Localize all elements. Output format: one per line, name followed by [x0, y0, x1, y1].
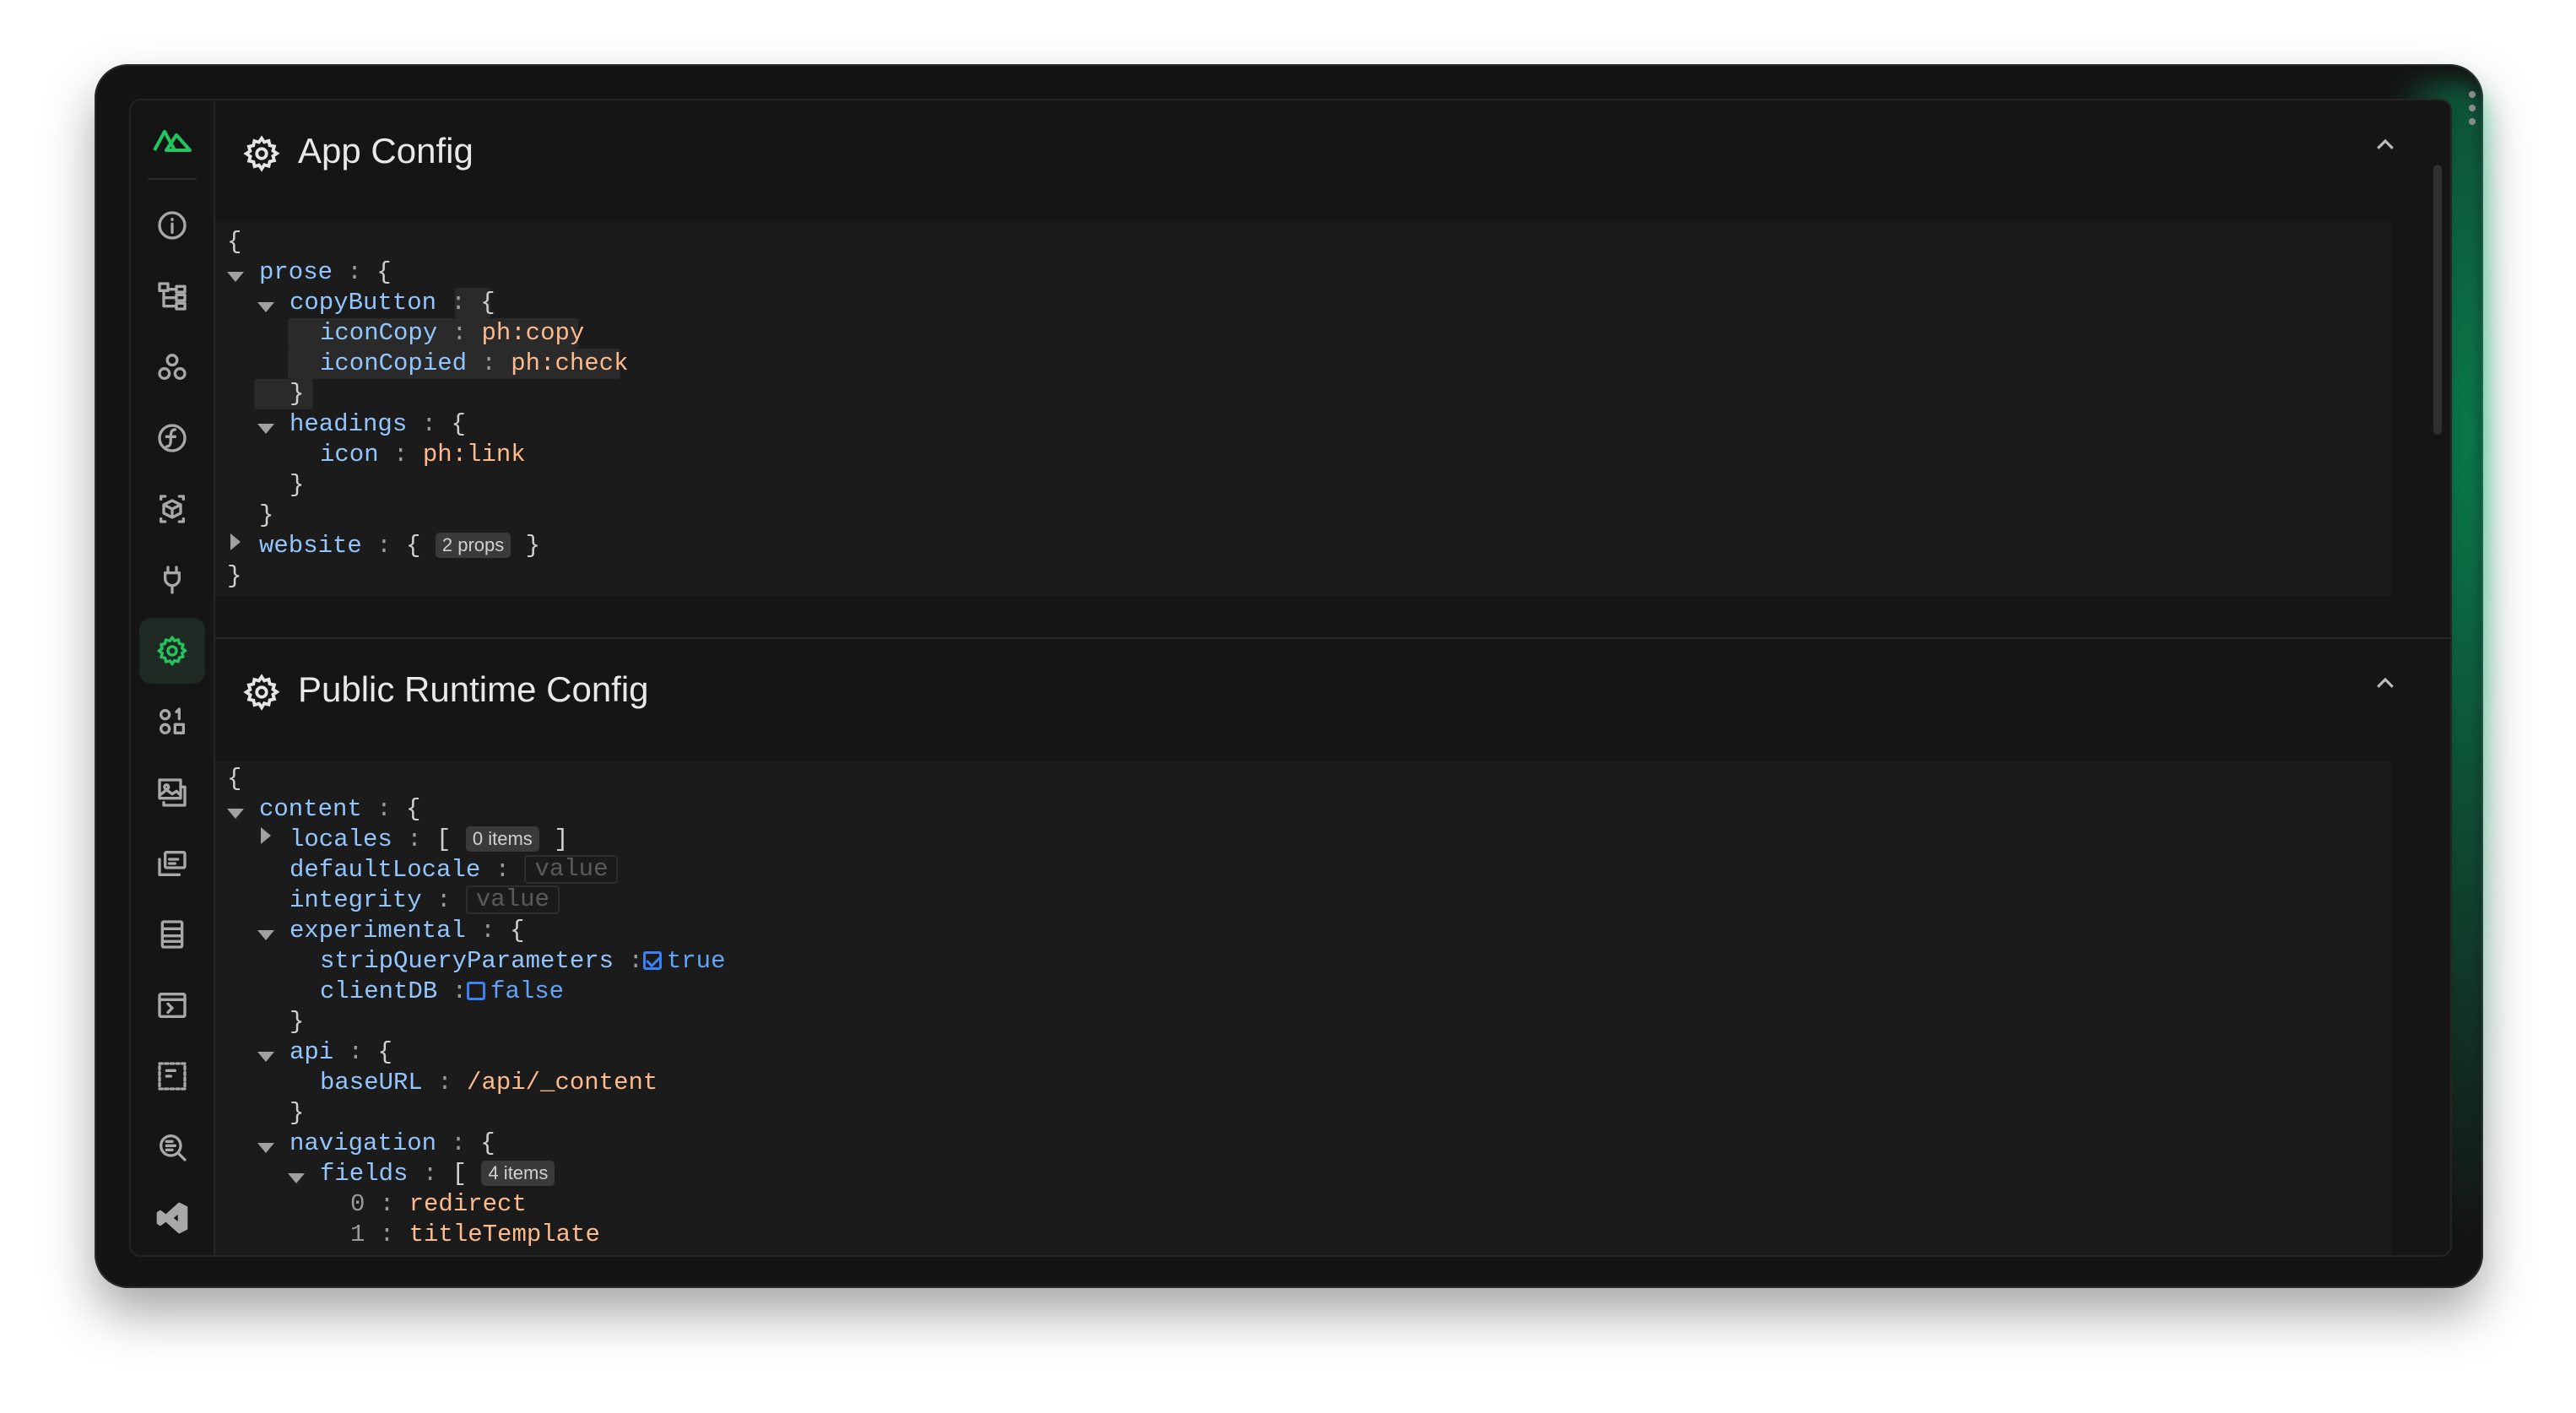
tree-row-locales[interactable]: locales : [ 0 items ]	[290, 825, 569, 855]
search-icon	[160, 1134, 187, 1161]
sidebar-divider	[148, 178, 197, 180]
sidebar-item-overview[interactable]	[139, 192, 205, 258]
cube-icon	[160, 495, 185, 523]
checkbox-checked[interactable]	[642, 951, 662, 971]
brace-open: {	[227, 765, 242, 793]
tree-row-stripQueryParameters[interactable]: stripQueryParameters : true	[320, 946, 726, 977]
shapes-icon	[160, 707, 185, 734]
props-badge: 2 props	[435, 533, 511, 559]
value-placeholder[interactable]: value	[465, 885, 560, 915]
caret-down-icon[interactable]	[227, 809, 244, 819]
caret-down-icon[interactable]	[257, 1052, 274, 1062]
devtools-window: App Config { prose : { copyButton : { ic…	[129, 99, 2452, 1257]
sidebar-item-plugins[interactable]	[139, 547, 205, 613]
brace-close: }	[259, 501, 274, 529]
app-config-header[interactable]: App Config	[215, 100, 2450, 210]
sidebar-item-assets[interactable]	[139, 760, 205, 826]
caret-down-icon[interactable]	[257, 930, 274, 940]
gear-icon	[242, 673, 281, 712]
sidebar-item-inspect[interactable]	[139, 1114, 205, 1180]
section-title: Public Runtime Config	[298, 669, 649, 709]
brace-open: {	[227, 228, 242, 256]
sidebar-item-hooks[interactable]	[139, 831, 205, 896]
tree-row-field-0[interactable]: 0 : redirect	[350, 1189, 527, 1220]
brace-close: }	[290, 380, 305, 408]
brace-close: }	[290, 1008, 305, 1036]
info-icon	[158, 211, 187, 240]
app-config-json-tree: { prose : { copyButton : { iconCopy : ph…	[215, 222, 2391, 597]
list-icon	[160, 920, 184, 949]
sidebar-item-server-routes[interactable]	[139, 901, 205, 967]
sidebar	[131, 100, 215, 1255]
gear-icon	[242, 134, 281, 173]
items-badge: 4 items	[481, 1161, 555, 1187]
tree-row-integrity[interactable]: integrity : value	[290, 885, 560, 916]
plug-icon	[164, 566, 181, 594]
tree-row-website[interactable]: website : { 2 props }	[259, 531, 540, 561]
tree-row-experimental[interactable]: experimental : {	[290, 916, 524, 946]
tree-row-defaultLocale[interactable]: defaultLocale : value	[290, 855, 619, 885]
tree-row-field-1[interactable]: 1 : titleTemplate	[350, 1220, 600, 1250]
sidebar-item-vscode[interactable]	[139, 1185, 205, 1251]
sidebar-item-build-analyze[interactable]	[139, 1043, 205, 1109]
brace-close: }	[290, 471, 305, 499]
gear-icon	[157, 636, 187, 666]
value-placeholder[interactable]: value	[524, 855, 619, 885]
brace-close: }	[227, 562, 242, 590]
main-panel: App Config { prose : { copyButton : { ic…	[215, 100, 2450, 1255]
checkbox-unchecked[interactable]	[467, 982, 486, 1001]
tree-row-content[interactable]: content : {	[259, 794, 420, 825]
sidebar-item-imports[interactable]	[139, 405, 205, 471]
caret-down-icon[interactable]	[288, 1173, 305, 1183]
nuxt-logo-icon[interactable]	[131, 100, 214, 178]
tree-icon	[158, 282, 187, 311]
sidebar-item-terminals[interactable]	[139, 972, 205, 1038]
sidebar-item-payload[interactable]	[139, 689, 205, 755]
tree-row-icon[interactable]: icon : ph:link	[320, 440, 526, 470]
caret-down-icon[interactable]	[257, 302, 274, 312]
caret-down-icon[interactable]	[227, 272, 244, 282]
tree-row-api[interactable]: api : {	[290, 1037, 392, 1068]
tree-row-fields[interactable]: fields : [ 4 items	[320, 1159, 555, 1189]
tree-row-iconCopy[interactable]: iconCopy : ph:copy	[320, 318, 584, 349]
caret-right-icon[interactable]	[230, 533, 241, 550]
terminal-icon	[158, 993, 187, 1018]
chevron-up-icon[interactable]	[2373, 671, 2406, 705]
tree-row-copyButton[interactable]: copyButton : {	[290, 288, 495, 318]
frame-menu-dots[interactable]	[2468, 91, 2476, 125]
tree-row-prose[interactable]: prose : {	[259, 257, 392, 288]
items-badge: 0 items	[465, 826, 539, 853]
tree-row-iconCopied[interactable]: iconCopied : ph:check	[320, 349, 628, 379]
vscode-icon	[156, 1202, 188, 1234]
components-icon	[158, 354, 187, 380]
dashed-box-icon	[158, 1062, 187, 1091]
images-icon	[158, 778, 187, 807]
caret-right-icon[interactable]	[261, 827, 271, 844]
chevron-up-icon[interactable]	[2373, 133, 2406, 166]
caret-down-icon[interactable]	[257, 424, 274, 434]
caret-down-icon[interactable]	[257, 1143, 274, 1153]
function-icon	[158, 424, 187, 452]
tree-row-clientDB[interactable]: clientDB : false	[320, 977, 564, 1007]
brace-close: }	[290, 1099, 305, 1127]
section-title: App Config	[298, 131, 474, 171]
tree-row-headings[interactable]: headings : {	[290, 409, 466, 440]
public-runtime-config-header[interactable]: Public Runtime Config	[215, 639, 2450, 749]
sidebar-item-pages[interactable]	[139, 263, 205, 329]
public-runtime-json-tree: { content : { locales : [ 0 items ] defa…	[215, 761, 2391, 1255]
hooks-icon	[158, 851, 187, 876]
sidebar-item-components[interactable]	[139, 334, 205, 400]
tree-row-baseURL[interactable]: baseURL : /api/_content	[320, 1068, 658, 1098]
sidebar-item-modules[interactable]	[139, 476, 205, 542]
sidebar-item-runtime-config[interactable]	[139, 618, 205, 684]
tree-row-navigation[interactable]: navigation : {	[290, 1129, 495, 1159]
